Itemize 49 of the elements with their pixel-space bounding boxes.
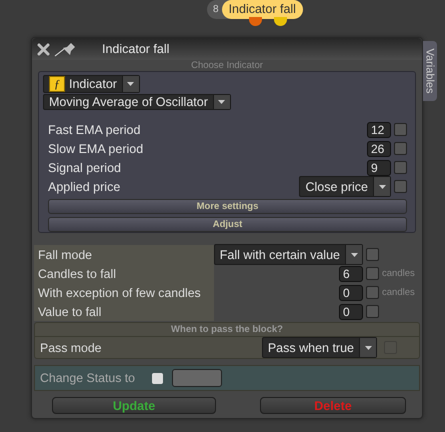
param-label: Pass mode bbox=[40, 340, 103, 354]
unit-label: candles bbox=[381, 287, 416, 298]
variables-tab[interactable]: Variables bbox=[423, 41, 437, 101]
checkbox[interactable] bbox=[394, 180, 407, 193]
status-field[interactable] bbox=[172, 369, 222, 387]
section-header: Choose Indicator bbox=[190, 60, 264, 71]
checkbox[interactable] bbox=[366, 248, 379, 261]
param-label: Applied price bbox=[48, 180, 122, 194]
param-label: Fall mode bbox=[37, 248, 93, 262]
select-dropdown[interactable]: Fall with certain value bbox=[214, 244, 363, 265]
unit-label: candles bbox=[381, 268, 416, 279]
pin-icon[interactable] bbox=[54, 41, 78, 57]
param-label: Signal period bbox=[48, 160, 122, 174]
select-dropdown[interactable]: Close price bbox=[299, 176, 391, 197]
value-field[interactable]: 12 bbox=[367, 122, 391, 138]
node-number: 8 bbox=[212, 4, 220, 15]
panel-title: Indicator fall bbox=[102, 42, 170, 56]
category-dropdown[interactable]: ƒ Indicator bbox=[43, 75, 140, 93]
section-button[interactable]: Adjust bbox=[48, 217, 407, 232]
node-title: Indicator fall bbox=[222, 0, 303, 19]
param-label: Fast EMA period bbox=[48, 122, 142, 136]
section-button[interactable]: More settings bbox=[48, 199, 407, 214]
caret-icon bbox=[364, 346, 372, 350]
checkbox[interactable] bbox=[394, 123, 407, 136]
caret-icon bbox=[378, 184, 386, 188]
value-field[interactable]: 0 bbox=[339, 284, 363, 300]
update-button[interactable]: Update bbox=[52, 397, 216, 414]
value-field[interactable]: 9 bbox=[367, 160, 391, 176]
value-field[interactable]: 6 bbox=[339, 266, 363, 282]
caret-icon bbox=[350, 252, 358, 256]
status-label: Change Status to bbox=[40, 371, 136, 385]
checkbox[interactable] bbox=[366, 305, 379, 318]
checkbox[interactable] bbox=[366, 286, 379, 299]
param-label: Slow EMA period bbox=[48, 142, 144, 156]
param-label: Value to fall bbox=[37, 304, 102, 318]
checkbox[interactable] bbox=[394, 142, 407, 155]
function-icon: ƒ bbox=[49, 76, 65, 92]
close-icon[interactable] bbox=[37, 42, 50, 56]
value-field[interactable]: 26 bbox=[367, 140, 391, 156]
checkbox[interactable] bbox=[366, 267, 379, 280]
checkbox[interactable] bbox=[394, 161, 407, 174]
checkbox[interactable] bbox=[152, 372, 164, 384]
method-dropdown[interactable]: Moving Average of Oscillator bbox=[43, 94, 231, 110]
caret-icon bbox=[127, 82, 134, 86]
caret-icon bbox=[218, 100, 226, 104]
param-label: Candles to fall bbox=[37, 266, 117, 280]
node-pill[interactable]: 8 Indicator fall bbox=[207, 0, 303, 19]
value-field[interactable]: 0 bbox=[339, 304, 363, 320]
param-label: With exception of few candles bbox=[37, 286, 202, 300]
